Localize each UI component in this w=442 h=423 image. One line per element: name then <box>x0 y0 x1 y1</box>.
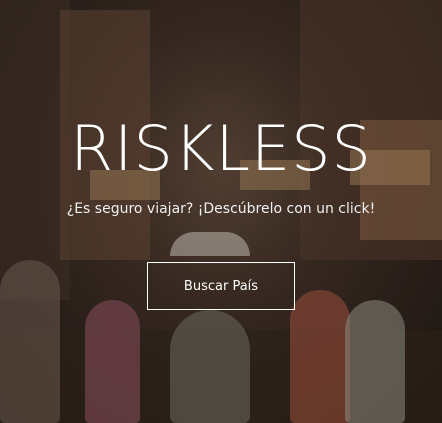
search-country-button[interactable]: Buscar País <box>147 262 295 310</box>
hero-content: RISKLESS ¿Es seguro viajar? ¡Descúbrelo … <box>0 0 442 423</box>
hero-section: RISKLESS ¿Es seguro viajar? ¡Descúbrelo … <box>0 0 442 423</box>
site-title: RISKLESS <box>70 112 372 185</box>
hero-subtitle: ¿Es seguro viajar? ¡Descúbrelo con un cl… <box>66 201 376 217</box>
